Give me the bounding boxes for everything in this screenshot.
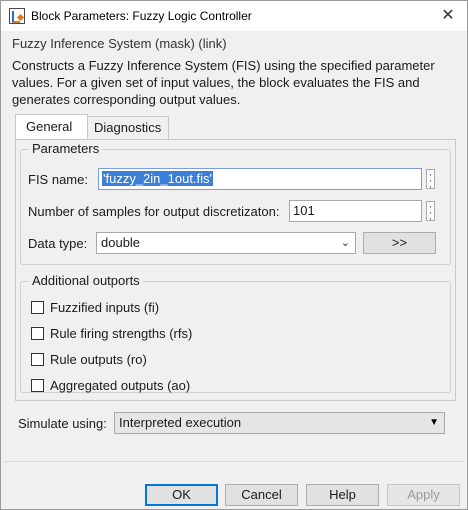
fuzzified-inputs-label: Fuzzified inputs (fi): [50, 300, 160, 315]
block-parameters-dialog: Block Parameters: Fuzzy Logic Controller…: [0, 0, 468, 510]
simulate-using-label: Simulate using:: [18, 416, 107, 431]
fuzzified-inputs-checkbox[interactable]: [31, 301, 44, 314]
samples-more-options-icon[interactable]: · · ·: [426, 201, 435, 225]
additional-outports-label: Additional outports: [29, 273, 143, 288]
apply-button[interactable]: Apply: [387, 484, 460, 506]
tab-diagnostics[interactable]: Diagnostics: [83, 116, 169, 140]
close-button[interactable]: ✕: [437, 5, 459, 27]
fis-name-value: 'fuzzy_2in_1out.fis': [102, 171, 214, 186]
general-tab-panel: Parameters FIS name: 'fuzzy_2in_1out.fis…: [15, 139, 456, 401]
help-button[interactable]: Help: [306, 484, 379, 506]
window-title: Block Parameters: Fuzzy Logic Controller: [31, 9, 252, 23]
footer-divider: [4, 461, 464, 462]
tab-general[interactable]: General: [15, 114, 88, 139]
mask-description: Constructs a Fuzzy Inference System (FIS…: [12, 58, 435, 107]
cancel-button[interactable]: Cancel: [225, 484, 298, 506]
simulate-using-value: Interpreted execution: [119, 415, 242, 430]
parameters-group-label: Parameters: [29, 141, 103, 156]
mask-title: Fuzzy Inference System (mask) (link): [12, 36, 227, 51]
fis-name-label: FIS name:: [28, 172, 88, 187]
rule-firing-strengths-checkbox[interactable]: [31, 327, 44, 340]
dropdown-arrow-icon: ▼: [429, 417, 439, 428]
data-type-assistant-button[interactable]: >>: [363, 232, 436, 254]
aggregated-outputs-label: Aggregated outputs (ao): [50, 378, 191, 393]
simulate-using-select[interactable]: Interpreted execution ▼: [114, 412, 445, 434]
samples-field[interactable]: 101: [289, 200, 422, 222]
ok-button[interactable]: OK: [145, 484, 218, 506]
aggregated-outputs-checkbox[interactable]: [31, 379, 44, 392]
data-type-select[interactable]: double ⌄: [96, 232, 356, 254]
rule-outputs-label: Rule outputs (ro): [50, 352, 147, 367]
fis-name-field[interactable]: 'fuzzy_2in_1out.fis': [98, 168, 422, 190]
data-type-label: Data type:: [28, 236, 88, 251]
chevron-down-icon: ⌄: [340, 237, 350, 249]
fis-name-more-options-icon[interactable]: · · ·: [426, 169, 435, 193]
parameters-group: Parameters FIS name: 'fuzzy_2in_1out.fis…: [20, 141, 451, 265]
rule-firing-strengths-label: Rule firing strengths (rfs): [50, 326, 193, 341]
rule-outputs-checkbox[interactable]: [31, 353, 44, 366]
data-type-value: double: [101, 235, 141, 250]
samples-label: Number of samples for output discretizat…: [28, 204, 280, 219]
additional-outports-group: Additional outports Fuzzified inputs (fi…: [20, 273, 451, 393]
simulink-block-icon: [9, 8, 25, 24]
title-bar: Block Parameters: Fuzzy Logic Controller…: [1, 1, 467, 31]
